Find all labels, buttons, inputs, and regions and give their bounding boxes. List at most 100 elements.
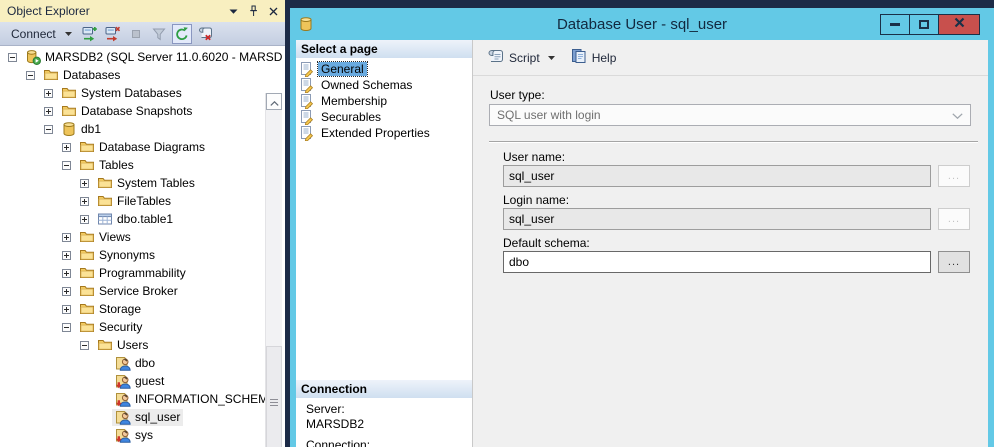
object-explorer-panel: Object Explorer Connect MARSDB2 (SQL Ser… <box>0 0 285 447</box>
tree-item[interactable]: dbo <box>0 354 285 372</box>
tree-expander[interactable] <box>44 107 53 116</box>
refresh-button[interactable] <box>172 24 192 44</box>
tree-item[interactable]: Database Diagrams <box>0 138 285 156</box>
page-item-membership[interactable]: Membership <box>296 93 472 109</box>
page-item-general[interactable]: General <box>296 61 472 77</box>
page-item-extended-properties[interactable]: Extended Properties <box>296 125 472 141</box>
folder-icon <box>97 337 113 353</box>
script-dropdown-button[interactable] <box>548 56 555 60</box>
default-schema-browse-button[interactable]: ... <box>938 251 970 273</box>
tree-expander[interactable] <box>44 89 53 98</box>
minimize-glyph <box>890 23 900 26</box>
tree-expander[interactable] <box>80 341 89 350</box>
tree-item[interactable]: Service Broker <box>0 282 285 300</box>
tree-item[interactable]: Users <box>0 336 285 354</box>
tree-item[interactable]: MARSDB2 (SQL Server 11.0.6020 - MARSD <box>0 48 285 66</box>
scroll-up-button[interactable] <box>266 93 282 110</box>
login-name-field <box>503 208 931 230</box>
tree-item[interactable]: guest <box>0 372 285 390</box>
chevron-down-icon <box>65 32 72 36</box>
help-button-label: Help <box>592 51 617 65</box>
tree-item[interactable]: sys <box>0 426 285 444</box>
tree-item[interactable]: db1 <box>0 120 285 138</box>
tree-expander[interactable] <box>62 305 71 314</box>
page-item-securables[interactable]: Securables <box>296 109 472 125</box>
tree-item[interactable]: sql_user <box>0 408 285 426</box>
user-type-combobox: SQL user with login <box>489 104 971 126</box>
tree-scrollbar[interactable] <box>265 93 282 447</box>
dialog-toolbar: Script Help <box>473 40 988 76</box>
scrollbar-thumb[interactable] <box>266 346 282 447</box>
tree-item[interactable]: Views <box>0 228 285 246</box>
page-icon <box>299 93 315 109</box>
tree-item[interactable]: Tables <box>0 156 285 174</box>
tree-expander[interactable] <box>80 197 89 206</box>
close-button[interactable] <box>938 14 980 35</box>
user-icon <box>115 409 131 425</box>
folder-icon <box>43 67 59 83</box>
minimize-button[interactable] <box>880 14 910 35</box>
server-value: MARSDB2 <box>306 417 370 432</box>
window-position-icon[interactable] <box>229 5 238 17</box>
tree-expander[interactable] <box>62 287 71 296</box>
object-explorer-titlebar[interactable]: Object Explorer <box>0 0 285 22</box>
tree-expander[interactable] <box>62 161 71 170</box>
maximize-button[interactable] <box>909 14 939 35</box>
tree-item[interactable]: Databases <box>0 66 285 84</box>
chevron-down-icon <box>952 108 963 122</box>
dialog-main-pane: Script Help User type: SQL user with log… <box>472 40 988 447</box>
tree-expander[interactable] <box>62 233 71 242</box>
tree-expander[interactable] <box>62 323 71 332</box>
close-icon[interactable] <box>269 5 278 17</box>
tree-expander[interactable] <box>62 251 71 260</box>
tree-item[interactable]: Security <box>0 318 285 336</box>
script-error-button[interactable] <box>195 24 215 44</box>
server-label: Server: <box>306 402 370 417</box>
default-schema-field[interactable] <box>503 251 931 273</box>
user-disabled-icon <box>115 391 131 407</box>
disconnect-server-button[interactable] <box>103 24 123 44</box>
select-a-page-header: Select a page <box>296 40 472 58</box>
dialog-titlebar[interactable]: Database User - sql_user <box>290 8 994 40</box>
folder-icon <box>79 265 95 281</box>
pin-icon[interactable] <box>248 5 259 17</box>
user-disabled-icon <box>115 427 131 443</box>
script-button[interactable]: Script <box>482 46 544 70</box>
page-icon <box>299 77 315 93</box>
user-disabled-icon <box>115 373 131 389</box>
help-button[interactable]: Help <box>567 45 621 70</box>
connect-button[interactable]: Connect <box>6 25 77 43</box>
tree-expander[interactable] <box>62 269 71 278</box>
tree-expander[interactable] <box>44 125 53 134</box>
connect-server-button[interactable] <box>80 24 100 44</box>
tree-expander[interactable] <box>62 143 71 152</box>
page-icon <box>299 61 315 77</box>
tree-expander[interactable] <box>80 179 89 188</box>
connection-info: Server: MARSDB2 Connection: <box>306 402 370 447</box>
tree-item[interactable]: Database Snapshots <box>0 102 285 120</box>
table-icon <box>97 211 113 227</box>
user-type-label: User type: <box>490 88 545 102</box>
tree-item[interactable]: Storage <box>0 300 285 318</box>
separator-line <box>489 141 978 143</box>
disconnect-server-icon <box>105 26 121 42</box>
connection-header: Connection <box>296 380 472 398</box>
tree-item[interactable]: INFORMATION_SCHEM <box>0 390 285 408</box>
login-name-label: Login name: <box>503 193 569 207</box>
page-icon <box>299 125 315 141</box>
tree-expander[interactable] <box>8 53 17 62</box>
page-item-owned-schemas[interactable]: Owned Schemas <box>296 77 472 93</box>
close-icon <box>954 15 965 33</box>
folder-icon <box>79 157 95 173</box>
tree-item[interactable]: System Databases <box>0 84 285 102</box>
folder-icon <box>97 175 113 191</box>
tree-item[interactable]: FileTables <box>0 192 285 210</box>
tree-expander[interactable] <box>80 215 89 224</box>
tree-item[interactable]: Programmability <box>0 264 285 282</box>
tree-item[interactable]: System Tables <box>0 174 285 192</box>
tree-expander[interactable] <box>26 71 35 80</box>
tree-item[interactable]: Synonyms <box>0 246 285 264</box>
folder-icon <box>61 85 77 101</box>
ssms-desktop: Object Explorer Connect MARSDB2 (SQL Ser… <box>0 0 994 447</box>
tree-item[interactable]: dbo.table1 <box>0 210 285 228</box>
